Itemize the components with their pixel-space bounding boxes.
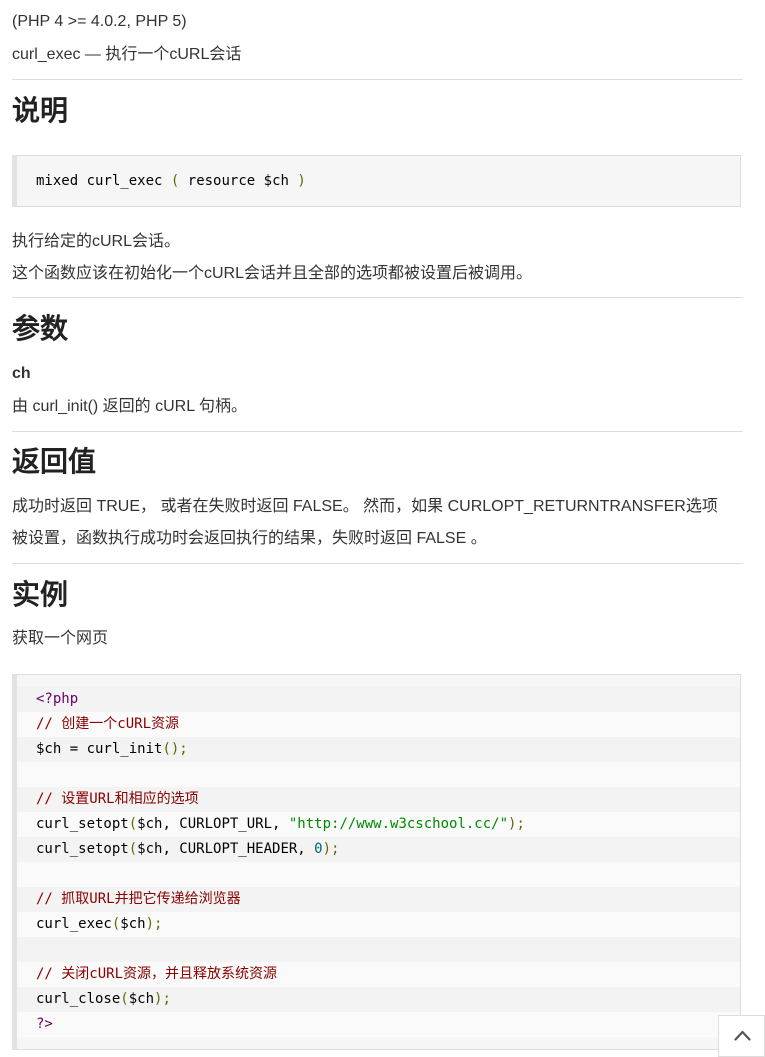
signature-line: mixed curl_exec ( resource $ch ) xyxy=(17,169,740,194)
example-code-block: <?php // 创建一个cURL资源 $ch = curl_init(); /… xyxy=(12,674,741,1050)
version-info: (PHP 4 >= 4.0.2, PHP 5) xyxy=(12,13,187,30)
heading-return-values: 返回值 xyxy=(12,445,97,478)
code-line: // 抓取URL并把它传递给浏览器 xyxy=(17,887,740,912)
param-name: $ch xyxy=(263,173,289,189)
signature-box: mixed curl_exec ( resource $ch ) xyxy=(12,155,741,207)
code-line: // 创建一个cURL资源 xyxy=(17,712,740,737)
code-line xyxy=(17,762,740,787)
divider xyxy=(12,297,743,298)
param-description: 由 curl_init() 返回的 cURL 句柄。 xyxy=(12,398,247,415)
code-line: curl_setopt($ch, CURLOPT_URL, "http://ww… xyxy=(17,812,740,837)
param-name-label: ch xyxy=(12,365,31,382)
code-line: curl_setopt($ch, CURLOPT_HEADER, 0); xyxy=(17,837,740,862)
heading-parameters: 参数 xyxy=(12,312,69,345)
example-caption: 获取一个网页 xyxy=(12,630,109,647)
function-name: curl_exec xyxy=(86,173,163,189)
code-line: <?php xyxy=(17,687,740,712)
heading-example: 实例 xyxy=(12,578,69,611)
return-type: mixed xyxy=(36,173,79,189)
divider xyxy=(12,431,743,432)
function-summary: curl_exec — 执行一个cURL会话 xyxy=(12,46,242,63)
code-line: ?> xyxy=(17,1012,740,1037)
code-line xyxy=(17,937,740,962)
param-type: resource xyxy=(187,173,256,189)
code-line: // 关闭cURL资源，并且释放系统资源 xyxy=(17,962,740,987)
return-text-2: 被设置，函数执行成功时会返回执行的结果，失败时返回 FALSE 。 xyxy=(12,530,487,547)
chevron-up-icon xyxy=(734,1030,751,1041)
code-line: $ch = curl_init(); xyxy=(17,737,740,762)
divider xyxy=(12,79,743,80)
description-text-2: 这个函数应该在初始化一个cURL会话并且全部的选项都被设置后被调用。 xyxy=(12,265,533,282)
heading-description: 说明 xyxy=(12,94,69,127)
description-text-1: 执行给定的cURL会话。 xyxy=(12,233,181,250)
back-to-top-button[interactable] xyxy=(718,1015,765,1057)
code-line: // 设置URL和相应的选项 xyxy=(17,787,740,812)
divider xyxy=(12,563,743,564)
code-line: curl_exec($ch); xyxy=(17,912,740,937)
code-line: curl_close($ch); xyxy=(17,987,740,1012)
code-line xyxy=(17,862,740,887)
return-text-1: 成功时返回 TRUE， 或者在失败时返回 FALSE。 然而，如果 CURLOP… xyxy=(12,498,718,515)
paren-open: ( xyxy=(170,173,180,189)
paren-close: ) xyxy=(297,173,306,189)
